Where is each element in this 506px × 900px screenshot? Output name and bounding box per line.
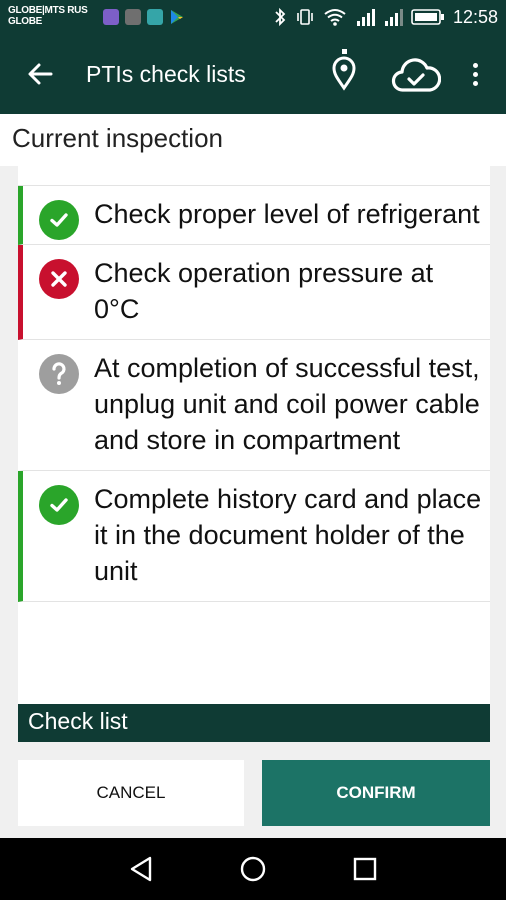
list-item[interactable]: Complete history card and place it in th…: [18, 471, 490, 602]
bluetooth-icon: [273, 7, 287, 27]
wifi-icon: [323, 7, 347, 27]
app-bar: PTIs check lists: [0, 34, 506, 114]
section-header: Current inspection: [0, 114, 506, 166]
help-circle-icon: [39, 354, 79, 394]
clock: 12:58: [452, 6, 498, 27]
nav-home-icon[interactable]: [238, 854, 268, 884]
signal-icon-1: [355, 7, 375, 27]
list-item[interactable]: At completion of successful test, unplug…: [18, 340, 490, 471]
list-item[interactable]: Check operation pressure at 0°C: [18, 245, 490, 340]
cloud-sync-icon[interactable]: [391, 56, 442, 96]
play-store-icon: [169, 9, 185, 25]
more-options-icon[interactable]: [463, 58, 487, 90]
back-arrow-icon[interactable]: [24, 58, 56, 90]
list-item-text: At completion of successful test, unplug…: [94, 353, 480, 455]
list-item-text: Check operation pressure at 0°C: [94, 258, 434, 324]
list-item-text: Complete history card and place it in th…: [94, 484, 482, 586]
gallery-icon: [125, 9, 141, 25]
notification-icons: [103, 9, 185, 25]
error-circle-icon: [39, 259, 79, 299]
shield-app-icon: [147, 9, 163, 25]
carrier-line-1: GLOBE|MTS RUS: [8, 5, 88, 16]
app-root: GLOBE|MTS RUS GLOBE 12:58 PTIs check lis…: [0, 0, 506, 900]
status-icons: 12:58: [273, 6, 498, 28]
nav-recents-icon[interactable]: [350, 854, 380, 884]
confirm-button[interactable]: CONFIRM: [262, 760, 490, 826]
carrier-label: GLOBE|MTS RUS GLOBE: [8, 5, 88, 27]
signal-icon-2: [383, 7, 403, 27]
list-item-text: Check proper level of refrigerant: [94, 199, 480, 229]
check-circle-icon: [39, 485, 79, 525]
section-title: Current inspection: [12, 123, 223, 153]
cancel-button[interactable]: CANCEL: [18, 760, 244, 826]
page-title: PTIs check lists: [86, 61, 246, 87]
carrier-line-2: GLOBE: [8, 16, 43, 27]
inspection-list[interactable]: Check proper level of refrigerant Check …: [18, 166, 490, 704]
system-nav-bar: [0, 838, 506, 900]
checklist-footer-bar: Check list: [18, 704, 490, 742]
nav-back-icon[interactable]: [126, 854, 156, 884]
battery-icon: [411, 8, 445, 26]
check-circle-icon: [39, 200, 79, 240]
list-item-partial: [18, 166, 490, 186]
viber-icon: [103, 9, 119, 25]
list-item[interactable]: Check proper level of refrigerant: [18, 186, 490, 245]
checklist-label: Check list: [28, 708, 128, 734]
status-bar: GLOBE|MTS RUS GLOBE 12:58: [0, 0, 506, 34]
location-pin-icon[interactable]: [329, 48, 359, 92]
vibrate-icon: [295, 7, 315, 27]
